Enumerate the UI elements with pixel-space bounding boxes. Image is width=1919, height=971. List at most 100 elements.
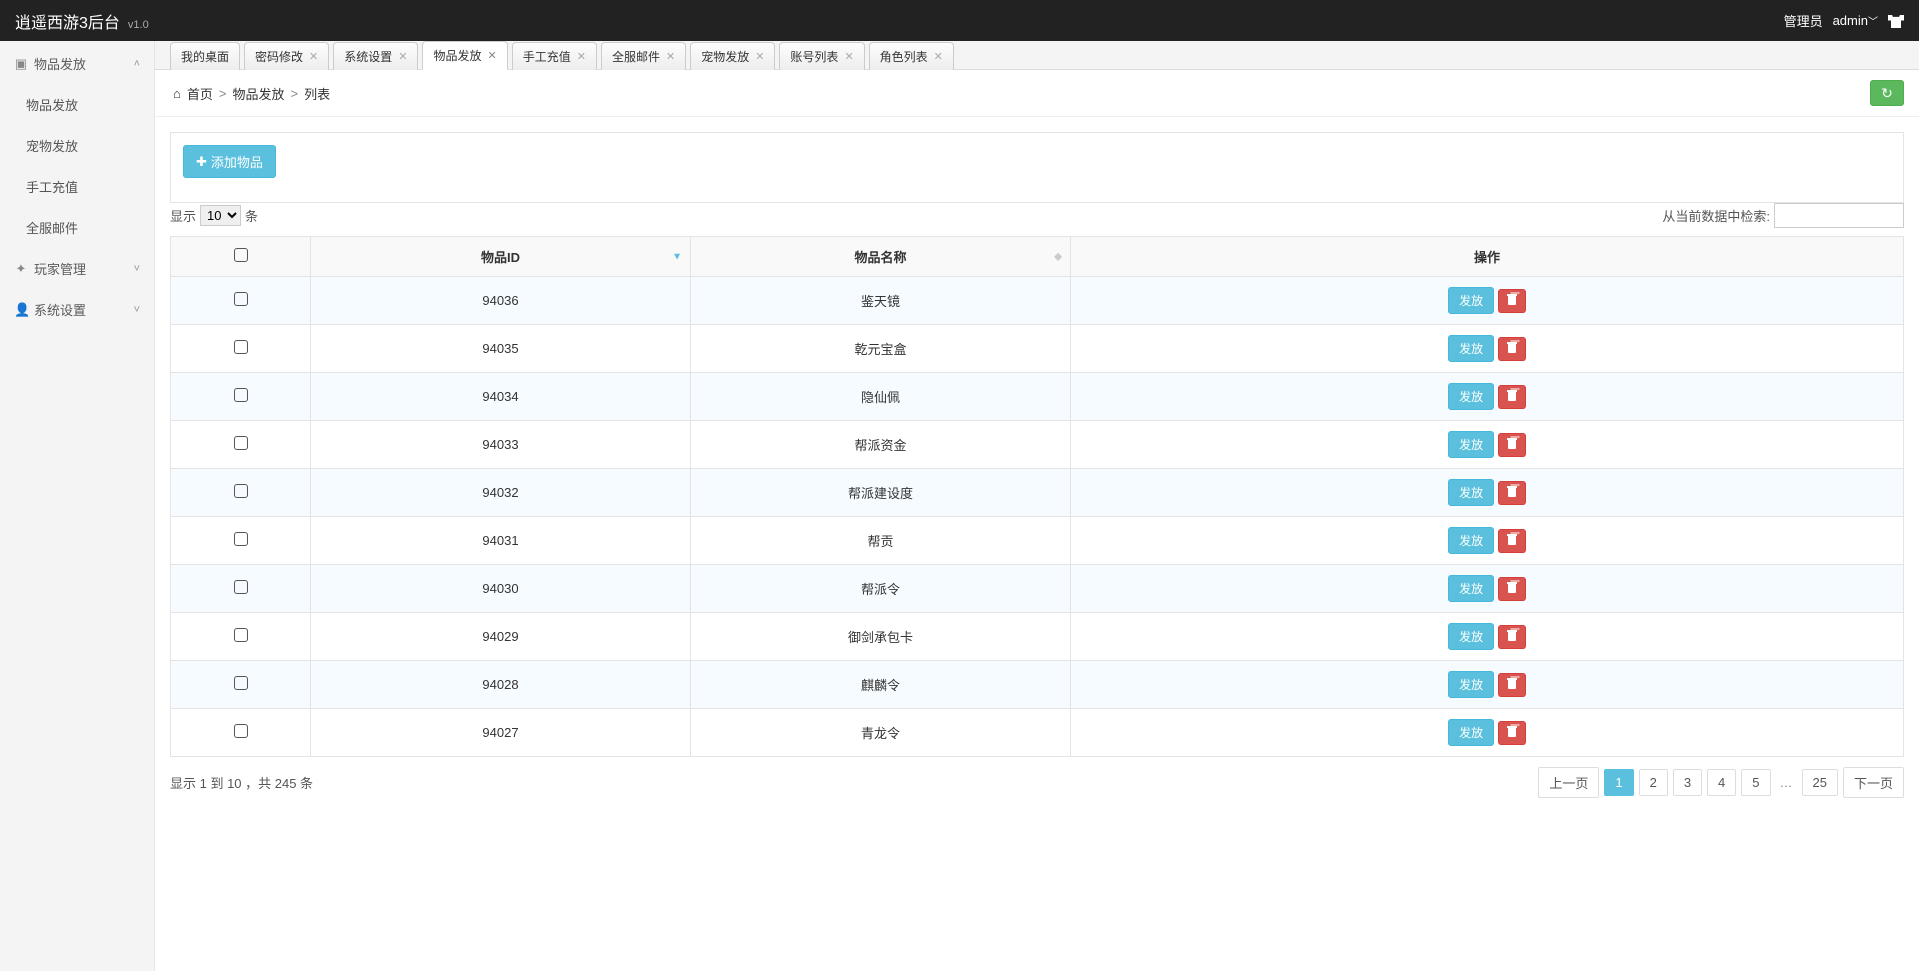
delete-button[interactable] bbox=[1498, 481, 1526, 505]
sidebar-item[interactable]: 宠物发放 bbox=[0, 125, 154, 166]
cell-checkbox[interactable] bbox=[171, 517, 311, 565]
sidebar-group[interactable]: ✦玩家管理˅ bbox=[0, 248, 154, 289]
pager-page[interactable]: 1 bbox=[1604, 769, 1633, 796]
close-icon[interactable]: ✕ bbox=[666, 50, 675, 63]
length-select[interactable]: 10 bbox=[200, 205, 241, 226]
delete-button[interactable] bbox=[1498, 289, 1526, 313]
issue-button[interactable]: 发放 bbox=[1448, 527, 1494, 554]
issue-button[interactable]: 发放 bbox=[1448, 719, 1494, 746]
tab[interactable]: 我的桌面 bbox=[170, 42, 240, 70]
tab-label: 我的桌面 bbox=[181, 48, 229, 65]
checkbox-icon[interactable] bbox=[234, 340, 248, 354]
breadcrumb-mid[interactable]: 物品发放 bbox=[232, 84, 284, 103]
tab[interactable]: 系统设置✕ bbox=[333, 42, 418, 70]
delete-button[interactable] bbox=[1498, 625, 1526, 649]
delete-button[interactable] bbox=[1498, 433, 1526, 457]
cell-checkbox[interactable] bbox=[171, 421, 311, 469]
pager-next[interactable]: 下一页 bbox=[1843, 767, 1904, 798]
checkbox-icon[interactable] bbox=[234, 676, 248, 690]
tab[interactable]: 角色列表✕ bbox=[869, 42, 954, 70]
checkbox-icon[interactable] bbox=[234, 724, 248, 738]
brand: 逍遥西游3后台 v1.0 bbox=[15, 9, 149, 33]
user-menu[interactable]: 管理员 admin﹀ bbox=[1784, 11, 1904, 30]
close-icon[interactable]: ✕ bbox=[844, 50, 853, 63]
close-icon[interactable]: ✕ bbox=[577, 50, 586, 63]
pager-page[interactable]: 5 bbox=[1741, 769, 1770, 796]
close-icon[interactable]: ✕ bbox=[488, 49, 497, 62]
cell-id: 94030 bbox=[311, 565, 691, 613]
cell-checkbox[interactable] bbox=[171, 373, 311, 421]
tab[interactable]: 手工充值✕ bbox=[512, 42, 597, 70]
sidebar-item[interactable]: 全服邮件 bbox=[0, 207, 154, 248]
checkbox-icon[interactable] bbox=[234, 532, 248, 546]
checkbox-icon[interactable] bbox=[234, 292, 248, 306]
sidebar-item[interactable]: 手工充值 bbox=[0, 166, 154, 207]
tab[interactable]: 物品发放✕ bbox=[422, 41, 507, 70]
cell-checkbox[interactable] bbox=[171, 709, 311, 757]
checkbox-icon[interactable] bbox=[234, 436, 248, 450]
table-row: 94033帮派资金发放 bbox=[171, 421, 1904, 469]
issue-button[interactable]: 发放 bbox=[1448, 671, 1494, 698]
tab[interactable]: 密码修改✕ bbox=[244, 42, 329, 70]
pager-prev[interactable]: 上一页 bbox=[1538, 767, 1599, 798]
tab[interactable]: 全服邮件✕ bbox=[601, 42, 686, 70]
sidebar-item-label: 宠物发放 bbox=[26, 136, 78, 155]
tab[interactable]: 宠物发放✕ bbox=[690, 42, 775, 70]
checkbox-icon[interactable] bbox=[234, 388, 248, 402]
delete-button[interactable] bbox=[1498, 577, 1526, 601]
cell-checkbox[interactable] bbox=[171, 469, 311, 517]
pager-page[interactable]: 4 bbox=[1707, 769, 1736, 796]
issue-button[interactable]: 发放 bbox=[1448, 431, 1494, 458]
issue-button[interactable]: 发放 bbox=[1448, 575, 1494, 602]
issue-button[interactable]: 发放 bbox=[1448, 383, 1494, 410]
breadcrumb-home[interactable]: 首页 bbox=[187, 84, 213, 103]
sidebar-group[interactable]: ▣物品发放˄ bbox=[0, 43, 154, 84]
pager-page[interactable]: 25 bbox=[1802, 769, 1838, 796]
delete-button[interactable] bbox=[1498, 337, 1526, 361]
col-checkbox[interactable] bbox=[171, 237, 311, 277]
content-panel: ✚ 添加物品 bbox=[170, 132, 1904, 203]
tab[interactable]: 账号列表✕ bbox=[779, 42, 864, 70]
close-icon[interactable]: ✕ bbox=[755, 50, 764, 63]
cell-checkbox[interactable] bbox=[171, 613, 311, 661]
add-item-button[interactable]: ✚ 添加物品 bbox=[183, 145, 276, 178]
issue-button[interactable]: 发放 bbox=[1448, 287, 1494, 314]
cell-checkbox[interactable] bbox=[171, 565, 311, 613]
cell-checkbox[interactable] bbox=[171, 277, 311, 325]
pager-page[interactable]: 3 bbox=[1673, 769, 1702, 796]
cell-checkbox[interactable] bbox=[171, 661, 311, 709]
delete-button[interactable] bbox=[1498, 673, 1526, 697]
delete-button[interactable] bbox=[1498, 529, 1526, 553]
chevron-down-icon: ﹀ bbox=[1868, 17, 1878, 28]
issue-button[interactable]: 发放 bbox=[1448, 623, 1494, 650]
cell-ops: 发放 bbox=[1071, 373, 1904, 421]
checkbox-icon[interactable] bbox=[234, 580, 248, 594]
sidebar-group[interactable]: 👤系统设置˅ bbox=[0, 289, 154, 330]
checkbox-icon[interactable] bbox=[234, 628, 248, 642]
length-control: 显示 10 条 bbox=[170, 205, 258, 226]
close-icon[interactable]: ✕ bbox=[398, 50, 407, 63]
checkbox-icon[interactable] bbox=[234, 248, 248, 262]
refresh-button[interactable]: ↻ bbox=[1870, 80, 1904, 106]
theme-icon[interactable] bbox=[1888, 14, 1904, 28]
sidebar-group-label: 玩家管理 bbox=[34, 259, 86, 278]
checkbox-icon[interactable] bbox=[234, 484, 248, 498]
close-icon[interactable]: ✕ bbox=[309, 50, 318, 63]
sidebar-item[interactable]: 物品发放 bbox=[0, 84, 154, 125]
sort-desc-icon: ▼ bbox=[672, 251, 682, 262]
cell-ops: 发放 bbox=[1071, 661, 1904, 709]
cell-name: 乾元宝盒 bbox=[691, 325, 1071, 373]
col-name[interactable]: 物品名称◆ bbox=[691, 237, 1071, 277]
items-table: 物品ID▼ 物品名称◆ 操作 94036鉴天镜发放 94035乾元宝盒发放 94… bbox=[170, 236, 1904, 757]
delete-button[interactable] bbox=[1498, 721, 1526, 745]
cell-name: 鉴天镜 bbox=[691, 277, 1071, 325]
col-id[interactable]: 物品ID▼ bbox=[311, 237, 691, 277]
search-input[interactable] bbox=[1774, 203, 1904, 228]
user-role: 管理员 bbox=[1784, 11, 1823, 30]
cell-checkbox[interactable] bbox=[171, 325, 311, 373]
pager-page[interactable]: 2 bbox=[1639, 769, 1668, 796]
issue-button[interactable]: 发放 bbox=[1448, 335, 1494, 362]
issue-button[interactable]: 发放 bbox=[1448, 479, 1494, 506]
delete-button[interactable] bbox=[1498, 385, 1526, 409]
close-icon[interactable]: ✕ bbox=[934, 50, 943, 63]
